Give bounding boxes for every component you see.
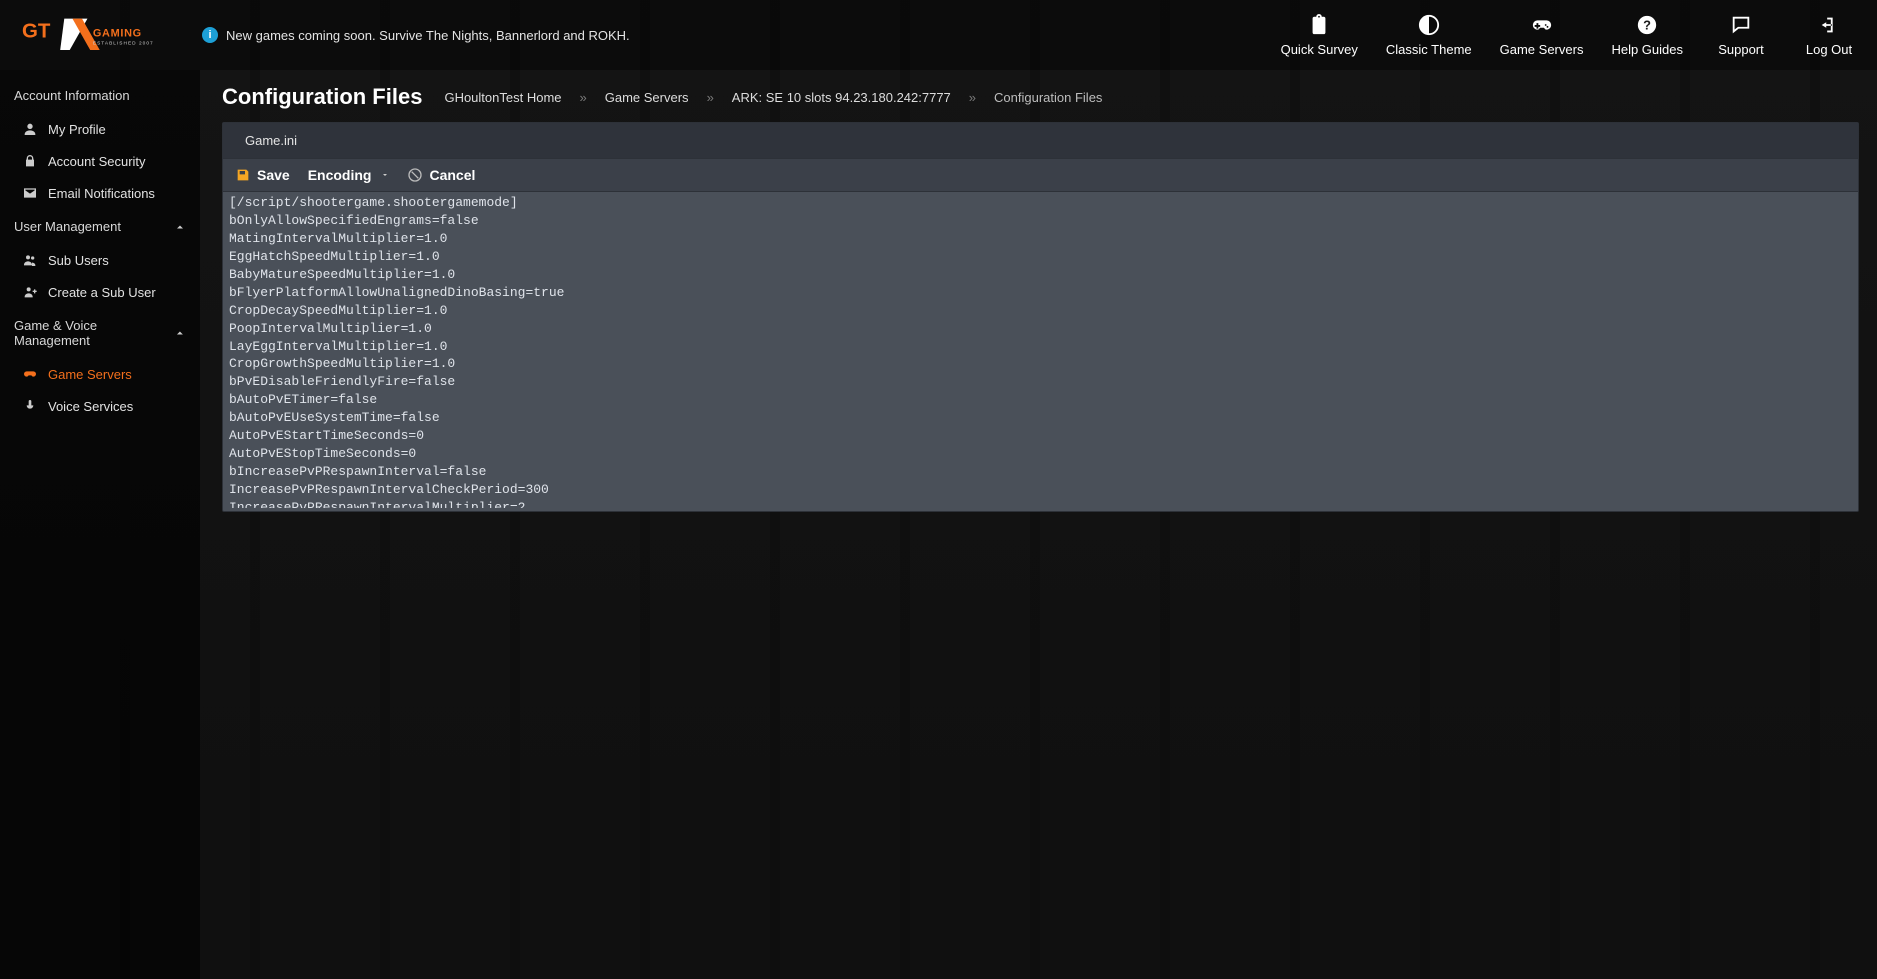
sidebar-section-account: Account Information — [0, 78, 200, 113]
announcement-text: New games coming soon. Survive The Night… — [226, 28, 630, 43]
gamepad-icon — [22, 366, 38, 382]
editor-toolbar: Save Encoding Cancel — [223, 158, 1858, 192]
info-icon: i — [202, 27, 218, 43]
lock-icon — [22, 153, 38, 169]
page-title: Configuration Files — [222, 84, 422, 110]
breadcrumb-game-servers[interactable]: Game Servers — [605, 90, 689, 105]
main: Configuration Files GHoultonTest Home » … — [200, 70, 1877, 979]
sidebar-item-label: Game Servers — [48, 367, 132, 382]
contrast-icon — [1418, 14, 1440, 36]
save-icon — [235, 167, 251, 183]
gamepad-icon — [1531, 14, 1553, 36]
editor-panel: Game.ini Save Encoding Cancel — [222, 122, 1859, 512]
classic-theme-button[interactable]: Classic Theme — [1386, 14, 1472, 57]
sidebar-item-sub-users[interactable]: Sub Users — [0, 244, 200, 276]
chevron-up-icon — [174, 221, 186, 233]
sidebar-item-create-sub-user[interactable]: Create a Sub User — [0, 276, 200, 308]
users-icon — [22, 252, 38, 268]
sidebar-item-email-notifications[interactable]: Email Notifications — [0, 177, 200, 209]
chevron-up-icon — [174, 327, 186, 339]
config-editor[interactable] — [223, 192, 1858, 508]
breadcrumb-home[interactable]: GHoultonTest Home — [444, 90, 561, 105]
classic-theme-label: Classic Theme — [1386, 42, 1472, 57]
help-guides-button[interactable]: ? Help Guides — [1611, 14, 1683, 57]
breadcrumb-sep: » — [969, 90, 976, 105]
sidebar-item-label: Account Security — [48, 154, 146, 169]
breadcrumb: GHoultonTest Home » Game Servers » ARK: … — [444, 90, 1102, 105]
sidebar-item-my-profile[interactable]: My Profile — [0, 113, 200, 145]
top-bar: GT GAMING ESTABLISHED 2007 i New games c… — [0, 0, 1877, 70]
cancel-icon — [407, 167, 423, 183]
support-button[interactable]: Support — [1711, 14, 1771, 57]
game-servers-button[interactable]: Game Servers — [1500, 14, 1584, 57]
save-label: Save — [257, 167, 290, 183]
user-plus-icon — [22, 284, 38, 300]
sidebar-item-game-servers[interactable]: Game Servers — [0, 358, 200, 390]
sidebar-item-voice-services[interactable]: Voice Services — [0, 390, 200, 422]
svg-text:?: ? — [1643, 17, 1651, 32]
sidebar: Account Information My Profile Account S… — [0, 70, 200, 979]
announcement-bar: i New games coming soon. Survive The Nig… — [202, 27, 630, 43]
sidebar-item-label: Email Notifications — [48, 186, 155, 201]
file-tabs: Game.ini — [223, 123, 1858, 158]
sidebar-section-user-mgmt[interactable]: User Management — [0, 209, 200, 244]
game-servers-label: Game Servers — [1500, 42, 1584, 57]
brand-logo[interactable]: GT GAMING ESTABLISHED 2007 — [22, 15, 202, 55]
mic-icon — [22, 398, 38, 414]
top-actions: Quick Survey Classic Theme Game Servers … — [1281, 14, 1859, 57]
breadcrumb-server[interactable]: ARK: SE 10 slots 94.23.180.242:7777 — [732, 90, 951, 105]
svg-text:GAMING: GAMING — [93, 27, 142, 39]
clipboard-icon — [1308, 14, 1330, 36]
layout: Account Information My Profile Account S… — [0, 70, 1877, 979]
file-tab-game-ini[interactable]: Game.ini — [237, 123, 305, 158]
save-button[interactable]: Save — [235, 167, 290, 183]
sidebar-section-label: Game & Voice Management — [14, 318, 174, 348]
encoding-label: Encoding — [308, 167, 372, 183]
logout-icon — [1818, 14, 1840, 36]
sidebar-section-label: User Management — [14, 219, 121, 234]
user-icon — [22, 121, 38, 137]
support-label: Support — [1718, 42, 1764, 57]
sidebar-section-game-voice[interactable]: Game & Voice Management — [0, 308, 200, 358]
cancel-button[interactable]: Cancel — [407, 167, 475, 183]
sidebar-item-label: Sub Users — [48, 253, 109, 268]
help-icon: ? — [1636, 14, 1658, 36]
page-header: Configuration Files GHoultonTest Home » … — [222, 84, 1859, 110]
breadcrumb-sep: » — [580, 90, 587, 105]
sidebar-section-label: Account Information — [14, 88, 130, 103]
help-guides-label: Help Guides — [1611, 42, 1683, 57]
gtx-logo-icon: GT GAMING ESTABLISHED 2007 — [22, 15, 172, 55]
editor-wrap — [223, 192, 1858, 511]
encoding-dropdown[interactable]: Encoding — [308, 167, 390, 183]
brand-tagline: ESTABLISHED 2007 — [93, 41, 154, 47]
sidebar-item-label: Voice Services — [48, 399, 133, 414]
svg-text:GT: GT — [22, 20, 51, 43]
sidebar-item-label: Create a Sub User — [48, 285, 156, 300]
mail-icon — [22, 185, 38, 201]
chat-icon — [1730, 14, 1752, 36]
sidebar-item-account-security[interactable]: Account Security — [0, 145, 200, 177]
logout-label: Log Out — [1806, 42, 1852, 57]
breadcrumb-current: Configuration Files — [994, 90, 1102, 105]
sidebar-item-label: My Profile — [48, 122, 106, 137]
cancel-label: Cancel — [429, 167, 475, 183]
quick-survey-label: Quick Survey — [1281, 42, 1358, 57]
logout-button[interactable]: Log Out — [1799, 14, 1859, 57]
quick-survey-button[interactable]: Quick Survey — [1281, 14, 1358, 57]
chevron-down-icon — [381, 171, 389, 179]
breadcrumb-sep: » — [707, 90, 714, 105]
